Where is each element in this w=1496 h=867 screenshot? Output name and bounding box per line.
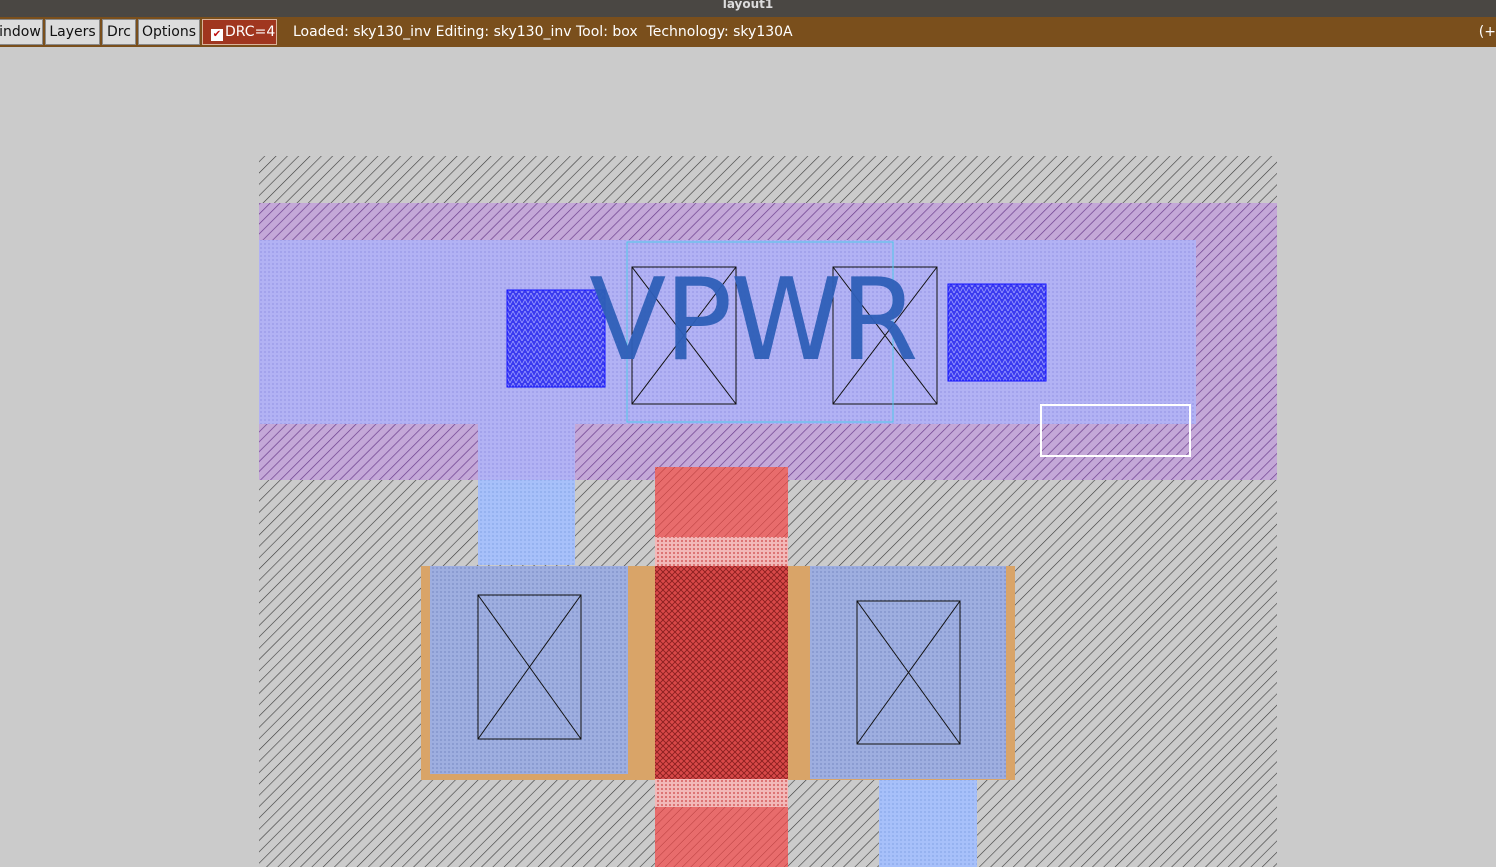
drc-count-label: DRC=4 [225, 24, 276, 40]
poly-over-diffusion [655, 566, 788, 779]
diffusion-contact-left [430, 566, 628, 774]
window-title: layout1 [722, 0, 774, 11]
poly-dots-bottom [655, 779, 788, 807]
menu-bar: indow Layers Drc Options ✔ DRC=4 Loaded: … [0, 17, 1496, 47]
li-strap-left [478, 480, 575, 565]
vpwr-net-label: VPWR [589, 254, 919, 386]
poly-dots-top [655, 537, 788, 567]
checkbox-checked-icon[interactable]: ✔ [211, 29, 223, 41]
menu-window-button[interactable]: indow [0, 19, 43, 45]
layout-canvas[interactable]: VPWR [0, 47, 1496, 867]
menu-options-button[interactable]: Options [138, 19, 200, 45]
drc-toggle-button[interactable]: ✔ DRC=4 [202, 19, 277, 45]
menu-drc-button[interactable]: Drc [102, 19, 136, 45]
mcon-right [947, 283, 1047, 382]
li-strap-right [879, 778, 977, 867]
window-titlebar: layout1 [0, 0, 1496, 17]
status-message: Loaded: sky130_inv Editing: sky130_inv T… [293, 24, 793, 40]
status-coordinates: (+ [1478, 24, 1496, 40]
metal1-strap [478, 424, 575, 480]
menu-layers-button[interactable]: Layers [45, 19, 100, 45]
layout-drawing[interactable] [0, 47, 1496, 867]
